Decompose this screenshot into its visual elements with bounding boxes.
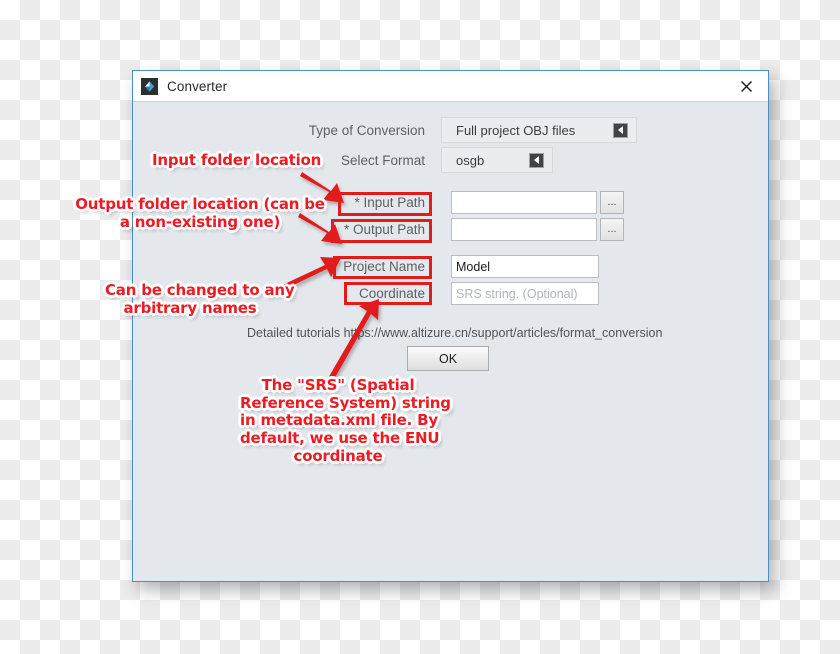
- type-of-conversion-label: Type of Conversion: [308, 122, 425, 138]
- select-format-dropdown[interactable]: osgb: [441, 147, 553, 173]
- project-name-label: Project Name: [343, 259, 425, 274]
- type-of-conversion-row: Type of Conversion Full project OBJ file…: [297, 117, 637, 143]
- type-of-conversion-dropdown[interactable]: Full project OBJ files: [441, 117, 637, 143]
- input-path-row: * Input Path ...: [313, 191, 624, 214]
- type-of-conversion-value: Full project OBJ files: [456, 122, 576, 138]
- output-path-field[interactable]: [451, 218, 597, 241]
- coordinate-row: Coordinate: [313, 282, 599, 305]
- project-name-field[interactable]: [451, 255, 599, 278]
- tutorial-link-text: Detailed tutorials https://www.altizure.…: [247, 326, 663, 340]
- converter-window: Converter Type of Conversion Full projec…: [132, 70, 769, 582]
- window-title: Converter: [167, 78, 228, 94]
- input-path-label: * Input Path: [354, 195, 425, 210]
- window-titlebar: Converter: [133, 71, 768, 102]
- output-path-label: * Output Path: [343, 222, 425, 237]
- select-format-value: osgb: [456, 152, 485, 168]
- select-format-row: Select Format osgb: [297, 147, 553, 173]
- input-path-field[interactable]: [451, 191, 597, 214]
- coordinate-label: Coordinate: [358, 286, 425, 301]
- triangle-left-icon: [613, 122, 628, 138]
- coordinate-field[interactable]: [451, 282, 599, 305]
- ok-button[interactable]: OK: [407, 346, 489, 371]
- converter-app-icon: [141, 77, 158, 95]
- triangle-left-icon: [529, 152, 544, 168]
- output-path-row: * Output Path ...: [313, 218, 624, 241]
- close-icon[interactable]: [724, 71, 768, 101]
- select-format-label: Select Format: [340, 152, 425, 168]
- project-name-row: Project Name: [313, 255, 599, 278]
- output-path-browse-button[interactable]: ...: [600, 218, 624, 241]
- input-path-browse-button[interactable]: ...: [600, 191, 624, 214]
